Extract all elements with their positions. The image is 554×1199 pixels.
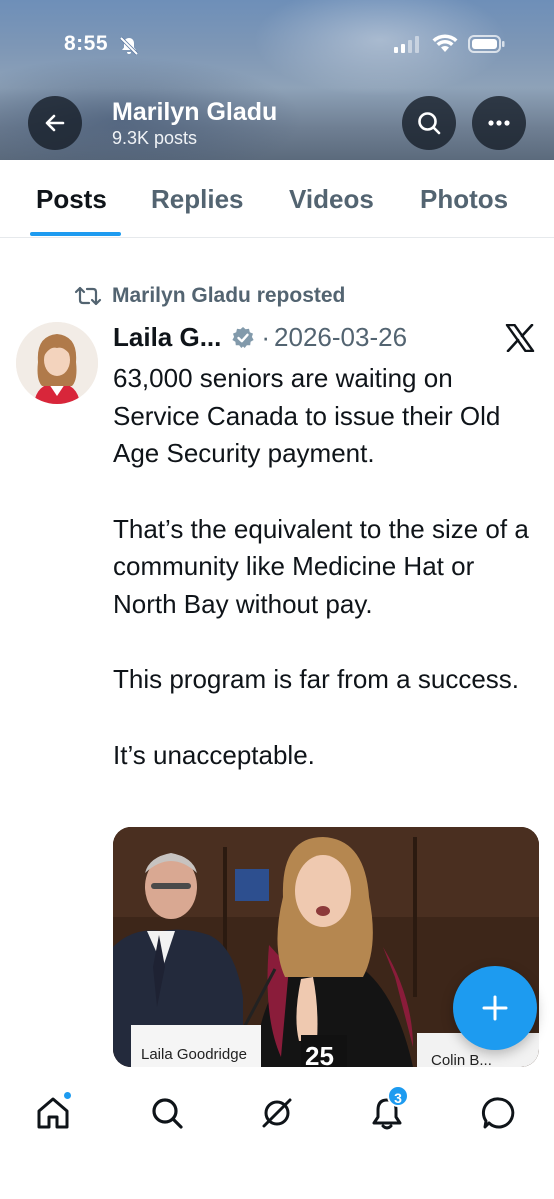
post-text: 63,000 seniors are waiting on Service Ca… (113, 360, 543, 812)
profile-header-banner: 8:55 Marilyn Gladu 9.3K posts (0, 0, 554, 160)
home-new-dot (62, 1090, 73, 1101)
profile-tabs: Posts Replies Videos Photos (0, 160, 554, 238)
tab-replies[interactable]: Replies (151, 184, 244, 215)
post-count: 9.3K posts (112, 128, 198, 148)
arrow-left-icon (45, 114, 65, 132)
status-bar: 8:55 (0, 0, 554, 90)
bell-silent-icon (119, 36, 139, 56)
meta-separator: · (261, 322, 271, 352)
wifi-icon (432, 34, 458, 52)
post-paragraph: It’s unacceptable. (113, 739, 315, 770)
repost-icon (74, 286, 102, 306)
search-icon (418, 112, 441, 135)
post-date[interactable]: 2026-03-26 (274, 322, 407, 353)
notifications-badge: 3 (387, 1085, 409, 1107)
nameplate-right-text: Colin B... (431, 1052, 492, 1067)
repost-indicator[interactable]: Marilyn Gladu reposted (74, 284, 345, 308)
nav-search[interactable] (143, 1089, 191, 1137)
more-dots-icon (488, 120, 510, 126)
tab-posts[interactable]: Posts (36, 184, 107, 215)
repost-label: Marilyn Gladu reposted (112, 284, 346, 307)
nav-messages[interactable] (475, 1089, 523, 1137)
grok-icon (262, 1098, 292, 1128)
post-paragraph: 63,000 seniors are waiting on Service Ca… (113, 363, 501, 468)
author-name[interactable]: Laila G... (113, 322, 221, 353)
chat-bubble-icon (481, 1097, 515, 1129)
post-paragraph: That’s the equivalent to the size of a c… (113, 513, 529, 619)
author-photo (16, 322, 98, 404)
x-logo-icon (505, 324, 535, 352)
bottom-navigation: 3 (0, 1067, 554, 1199)
nav-home[interactable] (29, 1089, 77, 1137)
status-icons (392, 34, 506, 54)
profile-name: Marilyn Gladu (112, 98, 278, 126)
author-avatar[interactable] (16, 322, 98, 404)
verified-badge-icon (232, 326, 254, 348)
nav-grok[interactable] (253, 1089, 301, 1137)
status-time: 8:55 (64, 32, 109, 55)
tab-videos[interactable]: Videos (289, 184, 374, 215)
compose-post-button[interactable] (453, 966, 537, 1050)
back-button[interactable] (28, 96, 82, 150)
more-options-button[interactable] (472, 96, 526, 150)
active-tab-indicator (30, 232, 121, 236)
battery-icon (468, 35, 505, 53)
signal-icon (394, 36, 419, 53)
post-header: Laila G... · 2026-03-26 (113, 322, 407, 353)
nav-notifications[interactable]: 3 (363, 1085, 411, 1137)
nameplate-left-text: Laila Goodridge (141, 1046, 247, 1063)
search-button[interactable] (402, 96, 456, 150)
tab-photos[interactable]: Photos (420, 184, 508, 215)
plus-icon (482, 995, 508, 1021)
search-icon (152, 1098, 183, 1129)
number-card-text: 25 (305, 1041, 334, 1067)
post-paragraph: This program is far from a success. (113, 664, 519, 694)
